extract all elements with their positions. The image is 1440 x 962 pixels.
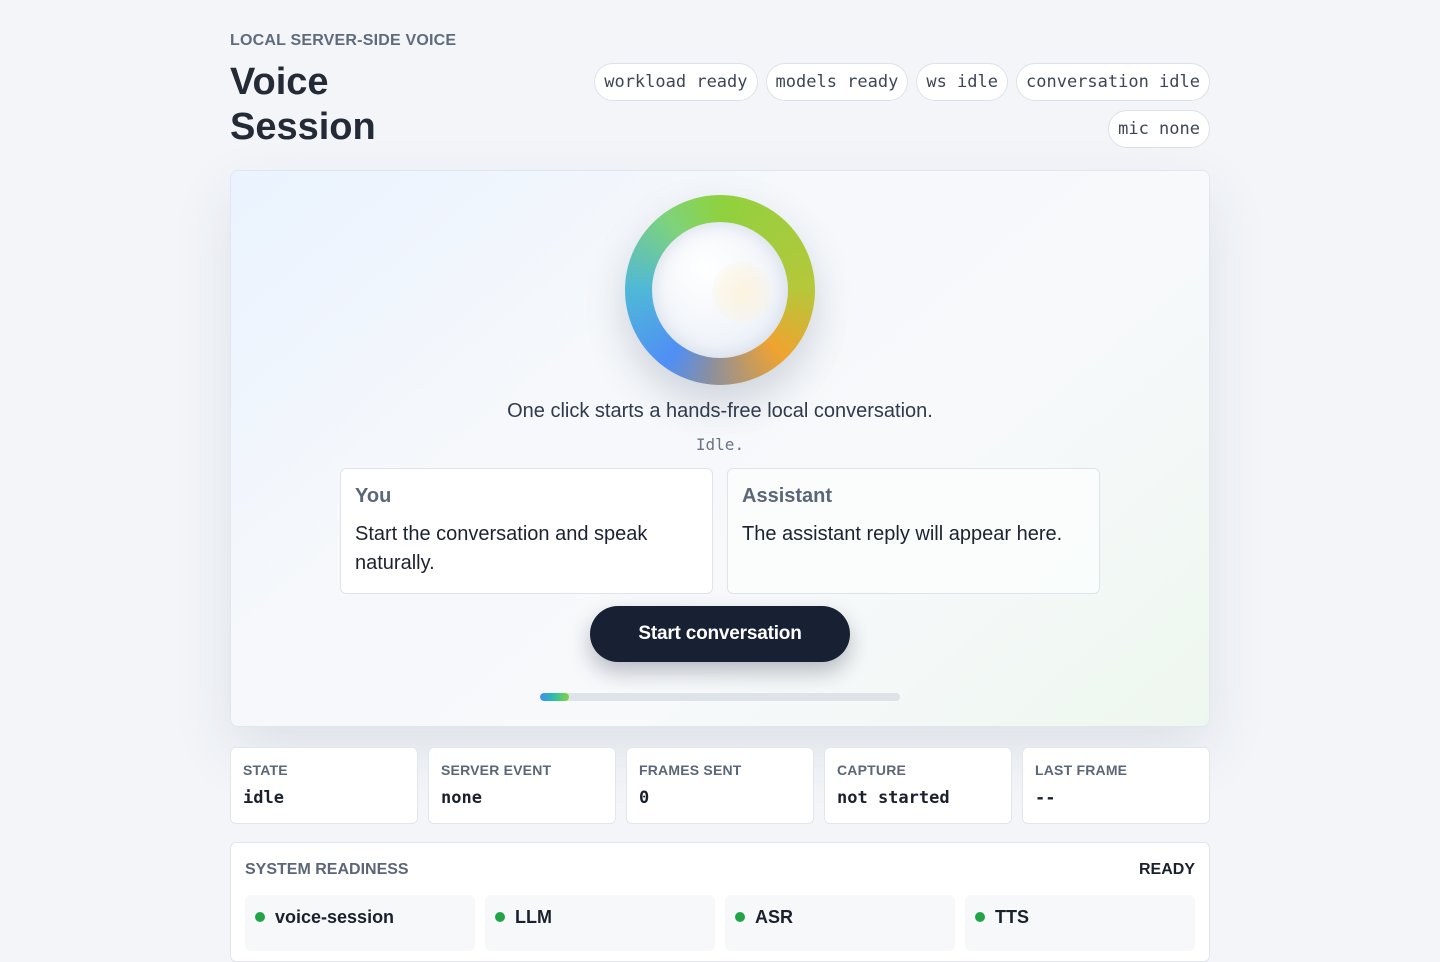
stage-lead-text: One click starts a hands-free local conv… (507, 400, 933, 422)
page-title: Voice Session (230, 61, 376, 148)
readiness-items: voice-session LLM ASR TTS (245, 895, 1195, 951)
status-pill-mic: mic none (1108, 110, 1210, 148)
status-pill-ws: ws idle (916, 63, 1008, 101)
stat-value: not started (837, 788, 950, 808)
stat-server-event: SERVER EVENT none (428, 747, 616, 824)
status-pill-workload: workload ready (594, 63, 758, 101)
stat-label: STATE (243, 762, 288, 778)
status-pill-conversation: conversation idle (1016, 63, 1210, 101)
stat-last-frame: LAST FRAME -- (1022, 747, 1210, 824)
readiness-item-label: TTS (995, 907, 1029, 927)
voice-orb-core (652, 222, 788, 358)
readiness-badge: READY (1138, 861, 1195, 878)
stat-capture: CAPTURE not started (824, 747, 1012, 824)
you-card-title: You (355, 485, 392, 507)
readiness-item-voice-session: voice-session (245, 895, 475, 951)
page-eyebrow: LOCAL SERVER-SIDE VOICE (230, 32, 457, 49)
stats-row: STATE idle SERVER EVENT none FRAMES SENT… (230, 747, 1210, 824)
readiness-item-label: voice-session (275, 907, 395, 927)
status-dot-icon (495, 912, 505, 922)
status-dot-icon (975, 912, 985, 922)
stat-label: SERVER EVENT (441, 762, 552, 778)
readiness-item-label: ASR (755, 907, 794, 927)
voice-stage: One click starts a hands-free local conv… (230, 170, 1210, 727)
voice-orb-glow (712, 262, 772, 322)
stat-label: LAST FRAME (1035, 762, 1128, 778)
audio-level-fill (540, 693, 569, 701)
readiness-item-label: LLM (515, 907, 552, 927)
status-pill-models: models ready (765, 63, 909, 101)
stat-value: 0 (639, 788, 650, 808)
stat-label: FRAMES SENT (639, 762, 742, 778)
audio-level-bar (540, 693, 900, 701)
stat-value: idle (243, 788, 284, 808)
voice-orb-icon (625, 195, 815, 385)
you-transcript-card: You Start the conversation and speak nat… (340, 468, 713, 594)
stage-status-text: Idle. (695, 435, 745, 454)
stat-state: STATE idle (230, 747, 418, 824)
status-pills: workload ready models ready ws idle conv… (510, 63, 1210, 148)
system-readiness-panel: SYSTEM READINESS READY voice-session LLM… (230, 842, 1210, 962)
stat-value: -- (1035, 788, 1056, 808)
readiness-item-tts: TTS (965, 895, 1195, 951)
status-dot-icon (735, 912, 745, 922)
assistant-card-text: The assistant reply will appear here. (742, 523, 1063, 545)
you-card-text: Start the conversation and speak natural… (355, 523, 648, 574)
readiness-title: SYSTEM READINESS (245, 861, 409, 878)
stat-frames-sent: FRAMES SENT 0 (626, 747, 814, 824)
readiness-item-asr: ASR (725, 895, 955, 951)
assistant-card-title: Assistant (742, 485, 833, 507)
status-dot-icon (255, 912, 265, 922)
assistant-transcript-card: Assistant The assistant reply will appea… (727, 468, 1100, 594)
stat-label: CAPTURE (837, 762, 907, 778)
start-conversation-button[interactable]: Start conversation (590, 606, 850, 662)
readiness-item-llm: LLM (485, 895, 715, 951)
stat-value: none (441, 788, 482, 808)
